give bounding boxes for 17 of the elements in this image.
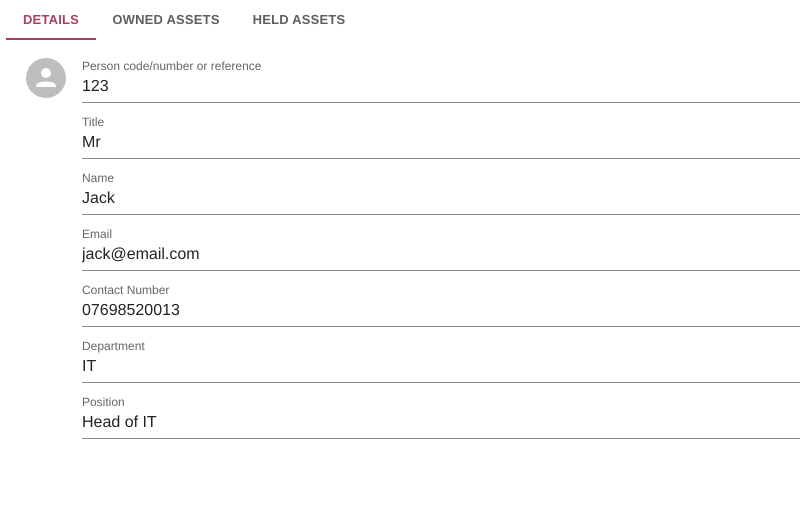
tab[interactable]: OWNED ASSETS — [96, 0, 236, 40]
input-field[interactable]: 07698520013 — [82, 297, 800, 327]
field-label: Contact Number — [82, 282, 170, 297]
avatar-icon — [26, 58, 66, 98]
tab[interactable]: DETAILS — [6, 0, 96, 40]
input-field[interactable]: Head of IT — [82, 409, 800, 439]
field-label: Title — [82, 114, 104, 129]
tab[interactable]: HELD ASSETS — [236, 0, 362, 40]
input-field[interactable]: Jack — [82, 185, 800, 215]
field-label: Person code/number or reference — [82, 58, 262, 73]
field-label: Email — [82, 226, 112, 241]
input-field[interactable]: Mr — [82, 129, 800, 159]
field-label: Position — [82, 394, 125, 409]
field-label: Name — [82, 170, 114, 185]
input-field[interactable]: 123 — [82, 73, 800, 103]
input-field[interactable]: IT — [82, 353, 800, 383]
field-label: Department — [82, 338, 145, 353]
